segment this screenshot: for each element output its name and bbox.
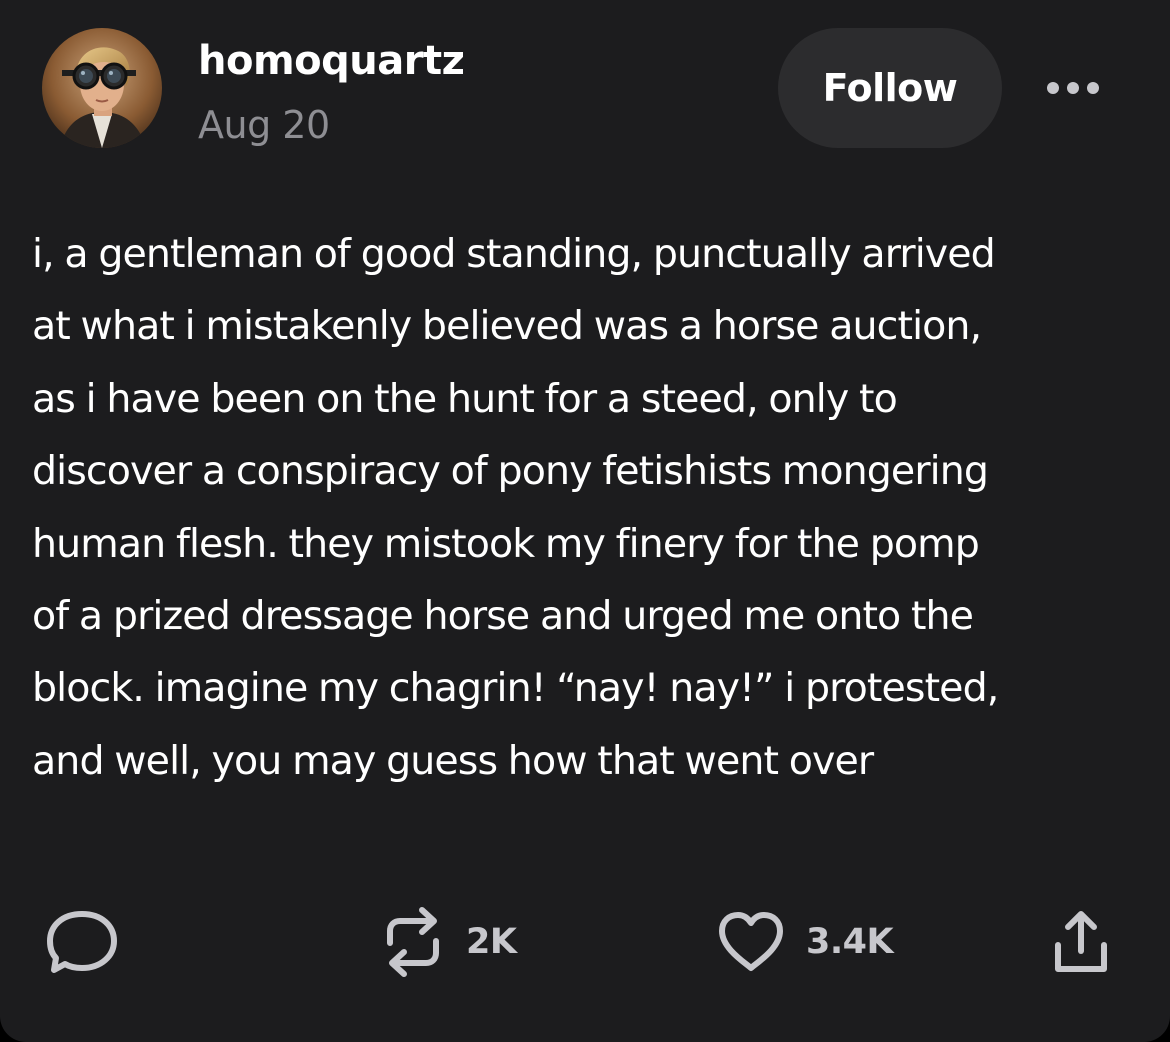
reblog-count: 2K: [466, 922, 517, 962]
reply-icon: [47, 911, 117, 973]
post-body-line: discover a conspiracy of pony fetishists…: [32, 448, 989, 495]
avatar-image: [42, 28, 162, 148]
share-button[interactable]: [1046, 900, 1116, 984]
follow-button[interactable]: Follow: [778, 28, 1002, 148]
post-body: i, a gentleman of good standing, punctua…: [32, 218, 1142, 797]
avatar[interactable]: [42, 28, 162, 148]
reblog-icon: [387, 907, 439, 977]
like-button[interactable]: 3.4K: [716, 900, 894, 984]
reply-button[interactable]: [44, 900, 120, 984]
post-card: homoquartz Aug 20 Follow i, a gentleman …: [0, 0, 1170, 1042]
more-options-button[interactable]: [1040, 70, 1106, 106]
username[interactable]: homoquartz: [198, 34, 465, 88]
post-body-line: of a prized dressage horse and urged me …: [32, 593, 974, 640]
post-timestamp[interactable]: Aug 20: [198, 98, 330, 152]
share-icon: [1055, 911, 1107, 972]
post-body-line: at what i mistakenly believed was a hors…: [32, 303, 982, 350]
post-body-line: human flesh. they mistook my finery for …: [32, 520, 980, 567]
like-count: 3.4K: [806, 922, 894, 962]
post-body-line: as i have been on the hunt for a steed, …: [32, 375, 898, 422]
reblog-button[interactable]: 2K: [380, 900, 517, 984]
post-body-line: i, a gentleman of good standing, punctua…: [32, 231, 996, 277]
post-body-line: block. imagine my chagrin! “nay! nay!” i…: [32, 665, 999, 712]
more-icon: [1047, 82, 1099, 94]
post-body-line: and well, you may guess how that went ov…: [32, 737, 874, 784]
heart-icon: [719, 912, 783, 971]
